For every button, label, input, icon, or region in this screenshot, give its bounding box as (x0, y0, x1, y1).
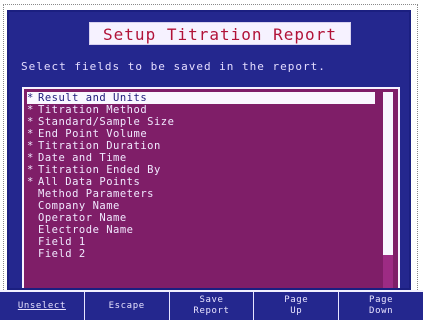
save-report-button[interactable]: Save Report (168, 292, 254, 320)
unselect-button[interactable]: Unselect (0, 292, 84, 320)
field-list-item[interactable]: * Result and Units (27, 92, 375, 104)
field-list-item[interactable]: * Titration Method (27, 104, 375, 116)
softkey-label: Save Report (193, 295, 230, 316)
field-list-box: * Result and Units * Titration Method * Stand… (22, 87, 400, 288)
field-label: Standard/Sample Size (38, 116, 175, 128)
field-label: Titration Duration (38, 140, 161, 152)
field-label: Company Name (38, 200, 120, 212)
list-scrollbar[interactable] (383, 92, 393, 288)
field-list-item[interactable]: Field 2 (27, 248, 375, 260)
instruction-text: Select fields to be saved in the report. (21, 60, 326, 73)
field-list-item[interactable]: * Standard/Sample Size (27, 116, 375, 128)
field-list-item[interactable]: Electrode Name (27, 224, 375, 236)
softkey-label: Page Up (284, 295, 309, 316)
field-label: Result and Units (38, 92, 148, 104)
page-up-button[interactable]: Page Up (253, 292, 338, 320)
page-down-button[interactable]: Page Down (338, 292, 423, 320)
scrollbar-thumb[interactable] (383, 92, 393, 255)
field-label: Field 2 (38, 248, 86, 260)
field-list-item[interactable]: * End Point Volume (27, 128, 375, 140)
field-list: * Result and Units * Titration Method * Stand… (27, 92, 375, 288)
field-list-item[interactable]: * Titration Duration (27, 140, 375, 152)
checkmark-icon: * (27, 164, 34, 176)
field-label: Date and Time (38, 152, 127, 164)
field-list-item[interactable]: Company Name (27, 200, 375, 212)
checkmark-icon: * (27, 92, 34, 104)
softkey-label: Page Down (369, 295, 394, 316)
field-list-item[interactable]: Field 1 (27, 236, 375, 248)
field-label: End Point Volume (38, 128, 148, 140)
field-label: Titration Ended By (38, 164, 161, 176)
checkmark-icon: * (27, 116, 34, 128)
field-label: Field 1 (38, 236, 86, 248)
checkmark-icon: * (27, 104, 34, 116)
checkmark-icon: * (27, 152, 34, 164)
field-label: Operator Name (38, 212, 127, 224)
softkey-label: Escape (108, 300, 145, 311)
checkmark-icon: * (27, 140, 34, 152)
field-list-item[interactable]: * Titration Ended By (27, 164, 375, 176)
checkmark-icon: * (27, 176, 34, 188)
field-list-item[interactable]: Operator Name (27, 212, 375, 224)
softkey-label: Unselect (17, 300, 66, 311)
checkmark-icon: * (27, 128, 34, 140)
field-label: All Data Points (38, 176, 141, 188)
softkey-bar: Unselect Escape Save Report Page Up Page Dow… (0, 290, 423, 320)
field-label: Method Parameters (38, 188, 154, 200)
field-list-item[interactable]: * All Data Points (27, 176, 375, 188)
page-title: Setup Titration Report (89, 22, 351, 45)
field-list-item[interactable]: * Date and Time (27, 152, 375, 164)
field-label: Titration Method (38, 104, 148, 116)
titration-screen: Setup Titration Report Select fields to … (7, 10, 411, 290)
field-label: Electrode Name (38, 224, 134, 236)
escape-button[interactable]: Escape (83, 292, 169, 320)
field-list-item[interactable]: Method Parameters (27, 188, 375, 200)
